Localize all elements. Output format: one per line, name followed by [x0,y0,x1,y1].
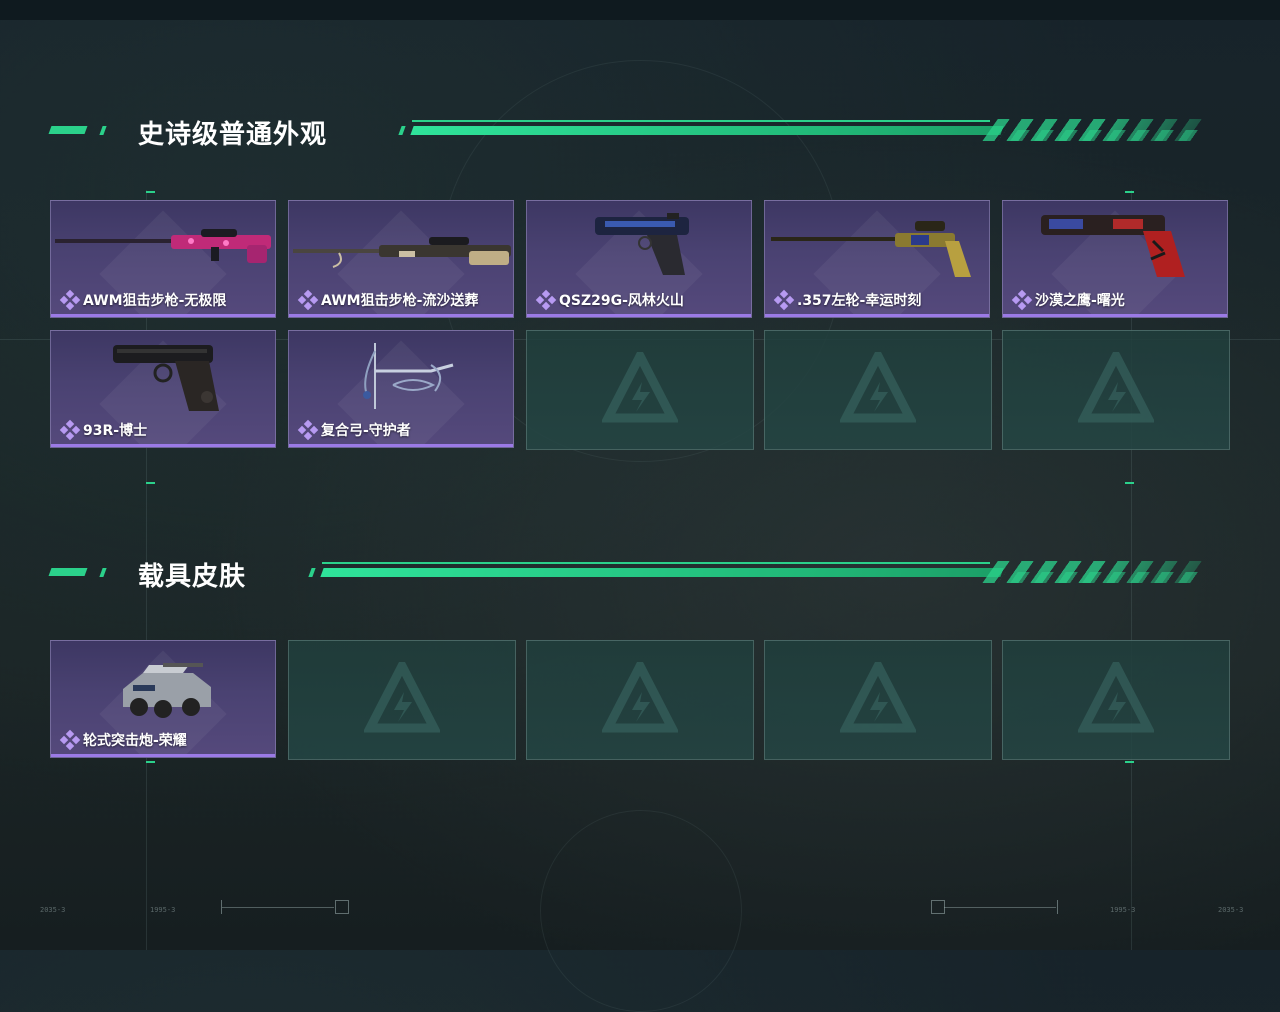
hud-bottom-tick-left [221,900,222,914]
header-accent-tick [99,126,107,135]
grid-tick [146,482,155,484]
skin-card[interactable]: AWM狙击步枪-无极限 [50,200,276,318]
skin-card[interactable]: .357左轮-幸运时刻 [764,200,990,318]
game-logo-icon [1078,352,1154,423]
skin-name: 复合弓-守护者 [321,423,411,439]
empty-slot [526,330,754,450]
skin-card[interactable]: 93R-博士 [50,330,276,448]
hud-bottom-tick-right [1057,900,1058,914]
epic-rarity-icon [535,289,557,311]
empty-slot [1002,330,1230,450]
desert-eagle-red-icon [1041,215,1185,277]
armored-vehicle-icon [123,663,211,718]
section-header-vehicle-skins: 载具皮肤 [0,552,1280,592]
skin-label: 轮式突击炮-荣耀 [59,729,187,751]
skin-name: QSZ29G-风林火山 [559,293,684,309]
hud-square-left [335,900,349,914]
epic-rarity-icon [59,419,81,441]
epic-rarity-icon [1011,289,1033,311]
skin-name: 沙漠之鹰-曙光 [1035,293,1125,309]
game-logo-icon [364,662,440,733]
epic-rarity-bar [765,314,989,317]
epic-rarity-icon [297,419,319,441]
section-header-epic-skins: 史诗级普通外观 [0,110,1280,150]
pistol-black-icon [113,345,219,411]
sniper-rifle-tan-icon [293,237,511,268]
section-title: 载具皮肤 [138,562,247,592]
hud-label: 2035-3 [40,906,66,914]
skin-name: AWM狙击步枪-流沙送葬 [321,293,479,309]
epic-rarity-bar [51,444,275,447]
header-checker-pattern-2 [998,572,1206,583]
header-bar-start [398,126,406,135]
epic-rarity-bar [51,314,275,317]
epic-rarity-icon [297,289,319,311]
grid-tick [1125,761,1134,763]
hud-circle-decor [540,810,742,1012]
skin-name: AWM狙击步枪-无极限 [83,293,227,309]
hud-bottom-line-left [222,907,334,908]
header-checker-pattern-2 [998,130,1206,141]
revolver-gold-icon [771,221,971,277]
epic-rarity-bar [1003,314,1227,317]
empty-slot [764,330,992,450]
compound-bow-icon [363,343,454,409]
skin-card[interactable]: 复合弓-守护者 [288,330,514,448]
hud-square-right [931,900,945,914]
skin-name: 93R-博士 [83,423,148,439]
skin-label: QSZ29G-风林火山 [535,289,684,311]
header-thin-line [322,562,990,564]
skin-label: .357左轮-幸运时刻 [773,289,922,311]
pistol-blue-icon [595,213,689,275]
hud-label: 2035-3 [1218,906,1244,914]
empty-slot [1002,640,1230,760]
game-logo-icon [840,662,916,733]
grid-tick [1125,482,1134,484]
empty-slot [288,640,516,760]
header-thin-line [412,120,990,122]
skin-card[interactable]: 轮式突击炮-荣耀 [50,640,276,758]
game-logo-icon [1078,662,1154,733]
sniper-rifle-pink-icon [55,229,271,263]
section-title: 史诗级普通外观 [138,120,328,150]
skin-name: 轮式突击炮-荣耀 [83,733,187,749]
grid-tick [146,191,155,193]
top-bar [0,0,1280,20]
skin-label: 复合弓-守护者 [297,419,411,441]
skin-card[interactable]: 沙漠之鹰-曙光 [1002,200,1228,318]
epic-rarity-icon [59,289,81,311]
header-accent-dash [48,568,88,576]
empty-slot [764,640,992,760]
game-logo-icon [602,662,678,733]
epic-rarity-icon [773,289,795,311]
header-accent-dash [48,126,88,134]
header-progress-bar [410,126,1004,135]
epic-rarity-bar [289,314,513,317]
header-bar-start [308,568,316,577]
game-logo-icon [602,352,678,423]
empty-slot [526,640,754,760]
epic-rarity-bar [51,754,275,757]
grid-tick [1125,191,1134,193]
skin-label: 93R-博士 [59,419,148,441]
header-accent-tick [99,568,107,577]
skin-label: AWM狙击步枪-流沙送葬 [297,289,479,311]
skin-card[interactable]: AWM狙击步枪-流沙送葬 [288,200,514,318]
epic-rarity-icon [59,729,81,751]
header-progress-bar [320,568,1004,577]
skin-label: AWM狙击步枪-无极限 [59,289,227,311]
hud-label: 1995-3 [1110,906,1136,914]
skin-card[interactable]: QSZ29G-风林火山 [526,200,752,318]
epic-rarity-bar [527,314,751,317]
skin-name: .357左轮-幸运时刻 [797,293,922,309]
hud-label: 1995-3 [150,906,176,914]
game-logo-icon [840,352,916,423]
grid-tick [146,761,155,763]
epic-rarity-bar [289,444,513,447]
skin-label: 沙漠之鹰-曙光 [1011,289,1125,311]
hud-bottom-line-right [944,907,1056,908]
